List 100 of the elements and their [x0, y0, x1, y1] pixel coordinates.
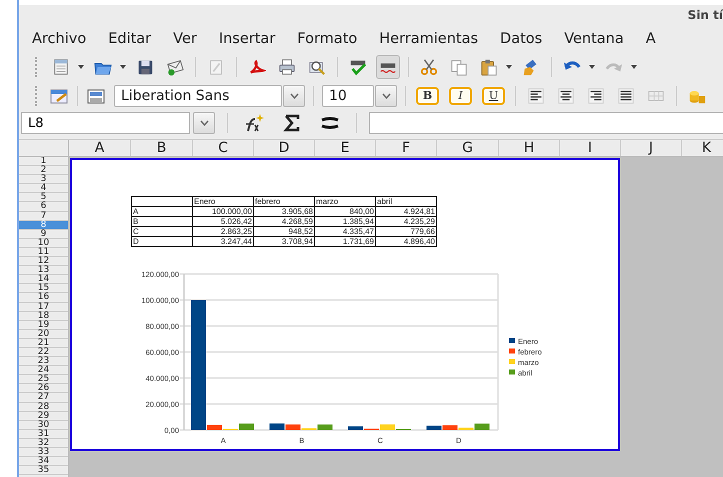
table-cell: 3.708,94	[254, 236, 314, 246]
table-cell: D	[132, 236, 192, 246]
column-header[interactable]: G	[437, 140, 499, 156]
row-header[interactable]: 3	[19, 175, 68, 184]
caret-icon[interactable]	[505, 64, 513, 70]
table-cell: 5.026,42	[192, 216, 254, 226]
table-cell: 840,00	[314, 206, 376, 216]
row-header[interactable]: 10	[19, 238, 68, 248]
row-header[interactable]: 18	[19, 312, 68, 321]
table-cell	[132, 196, 192, 206]
menu-item[interactable]: Archivo	[32, 30, 86, 46]
column-header[interactable]: I	[560, 140, 621, 156]
row-header[interactable]: 26	[19, 384, 68, 394]
dropdown-button[interactable]	[283, 84, 305, 106]
column-header[interactable]: H	[499, 140, 560, 156]
row-header[interactable]: 15	[19, 284, 68, 294]
row-header[interactable]: 2	[19, 166, 68, 176]
row-header[interactable]: 27	[19, 393, 68, 403]
new-document-icon	[52, 56, 70, 76]
sum-icon[interactable]	[282, 113, 302, 133]
row-header[interactable]: 22	[19, 348, 68, 358]
row-header[interactable]: 19	[19, 320, 68, 330]
cell-reference-field[interactable]: L8	[28, 116, 44, 130]
row-header[interactable]: 13	[19, 266, 68, 276]
table-cell: A	[132, 206, 192, 216]
column-header[interactable]: C	[193, 140, 254, 156]
table-cell: 3.905,68	[254, 206, 314, 216]
column-header[interactable]: E	[315, 140, 376, 156]
table-cell: 4.235,29	[376, 216, 436, 226]
column-header[interactable]: K	[682, 140, 723, 156]
menu-item[interactable]: Datos	[500, 30, 542, 46]
row-header[interactable]: 14	[19, 275, 68, 284]
row-header[interactable]: 17	[19, 302, 68, 312]
align-right-icon	[587, 86, 605, 106]
row-header[interactable]: 34	[19, 457, 68, 466]
column-header[interactable]: A	[69, 140, 131, 156]
row-header[interactable]: 12	[19, 257, 68, 266]
row-header[interactable]: 4	[19, 184, 68, 194]
autospell-button[interactable]	[376, 54, 400, 78]
table-cell: 779,66	[376, 226, 436, 236]
printer-icon	[278, 56, 296, 76]
dropdown-button[interactable]	[193, 112, 215, 134]
row-header[interactable]: 25	[19, 375, 68, 384]
menu-item[interactable]: Ventana	[564, 30, 624, 46]
menu-item[interactable]: Editar	[108, 30, 152, 46]
table-cell: 4.924,81	[376, 206, 436, 216]
row-header[interactable]: 23	[19, 357, 68, 366]
column-header[interactable]: J	[621, 140, 682, 156]
table-cell: 2.863,25	[192, 226, 254, 236]
caret-icon[interactable]	[630, 64, 638, 70]
table-cell: 3.247,44	[192, 236, 254, 246]
chevron-icon	[200, 120, 208, 126]
table-cell: 948,52	[254, 226, 314, 236]
function-wizard-icon[interactable]	[244, 113, 264, 133]
justify-icon	[617, 86, 635, 106]
row-header[interactable]: 32	[19, 438, 68, 448]
text-style-button[interactable]: B	[416, 86, 439, 104]
column-header[interactable]: F	[376, 140, 437, 156]
table-cell: marzo	[314, 196, 376, 206]
dropdown-button[interactable]	[375, 84, 397, 106]
row-header[interactable]: 24	[19, 366, 68, 376]
menu-item[interactable]: Formato	[297, 30, 358, 46]
table-cell: 4.268,59	[254, 216, 314, 226]
row-header[interactable]: 5	[19, 193, 68, 202]
text-style-button[interactable]: U	[482, 86, 505, 104]
align-center-icon	[557, 86, 575, 106]
align-left-icon	[527, 86, 545, 106]
table-cell: 4.335,47	[314, 226, 376, 236]
row-header[interactable]: 11	[19, 248, 68, 258]
caret-icon[interactable]	[588, 64, 596, 70]
table-cell: 100.000,00	[192, 206, 254, 216]
row-header[interactable]: 29	[19, 412, 68, 421]
menu-item[interactable]: Insertar	[218, 30, 276, 46]
embedded-object-frame[interactable]	[70, 158, 620, 451]
menu-item[interactable]: Ver	[173, 30, 197, 46]
row-header[interactable]: 35	[19, 466, 68, 476]
menu-item[interactable]: Herramientas	[379, 30, 478, 46]
table-cell: C	[132, 226, 192, 236]
chevron-icon	[290, 92, 298, 98]
row-header[interactable]: 20	[19, 330, 68, 339]
caret-icon[interactable]	[77, 64, 85, 70]
caret-icon[interactable]	[119, 64, 127, 70]
row-header[interactable]: 6	[19, 202, 68, 212]
scissors-icon	[420, 56, 438, 76]
row-header[interactable]: 31	[19, 430, 68, 439]
text-style-button[interactable]: I	[449, 86, 472, 104]
menu-item[interactable]: A	[646, 30, 656, 46]
table-cell: 4.896,40	[376, 236, 436, 246]
row-header[interactable]: 28	[19, 402, 68, 412]
row-header[interactable]: 21	[19, 338, 68, 348]
column-header[interactable]: B	[131, 140, 193, 156]
row-header[interactable]: 9	[19, 230, 68, 239]
table-cell: febrero	[254, 196, 314, 206]
formula-input-field[interactable]	[369, 112, 723, 134]
chevron-icon	[382, 92, 390, 98]
row-header[interactable]: 16	[19, 293, 68, 302]
column-header[interactable]: D	[254, 140, 315, 156]
row-header[interactable]: 30	[19, 420, 68, 430]
table-cell: B	[132, 216, 192, 226]
row-header[interactable]: 33	[19, 448, 68, 458]
